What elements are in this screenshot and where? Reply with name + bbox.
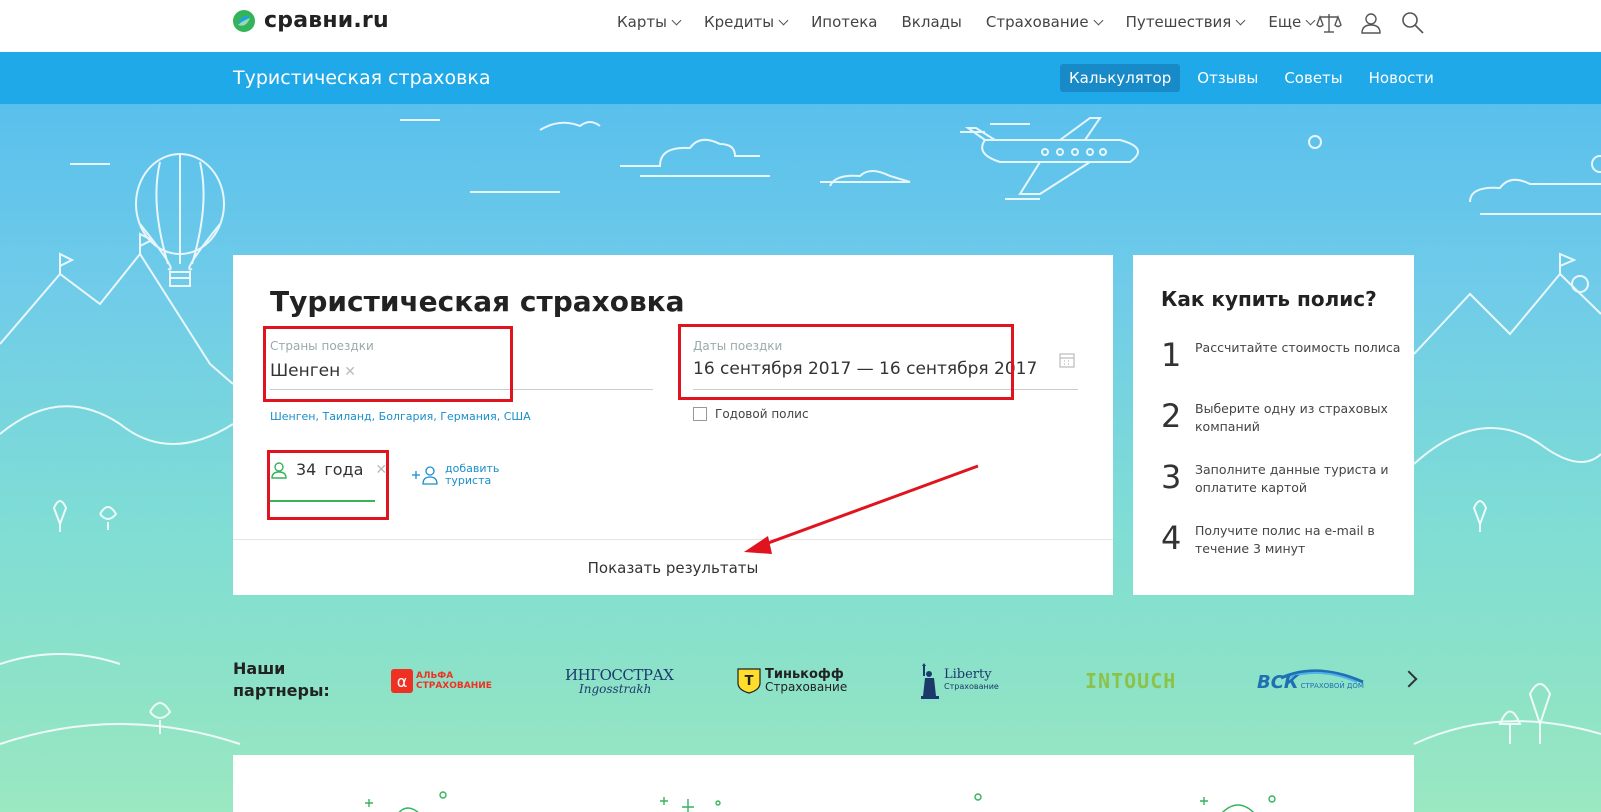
partner-logo-vsk[interactable]: ВСК СТРАХОВОЙ ДОМ bbox=[1257, 658, 1365, 704]
partner-logo-ingosstrakh[interactable]: ИНГОССТРАХ Ingosstrakh bbox=[565, 658, 674, 704]
partner-logo-alfa[interactable]: α АЛЬФА СТРАХОВАНИЕ bbox=[391, 658, 492, 704]
step-text: Выберите одну из страховых компаний bbox=[1195, 401, 1388, 434]
step-item: 2 Выберите одну из страховых компаний bbox=[1161, 398, 1401, 436]
calculator-title: Туристическая страховка bbox=[270, 285, 685, 318]
ingosstrakh-logo-line2: Ingosstrakh bbox=[579, 682, 652, 696]
chevron-down-icon bbox=[1093, 15, 1104, 25]
step-item: 1 Рассчитайте стоимость полиса bbox=[1161, 337, 1401, 373]
nav-label: Вклады bbox=[901, 13, 962, 31]
country-suggestions: Шенген, Таиланд, Болгария, Германия, США bbox=[270, 410, 531, 423]
alfa-logo-icon: α bbox=[391, 669, 413, 693]
vsk-logo-line2: СТРАХОВОЙ ДОМ bbox=[1300, 682, 1364, 690]
nav-item-travel[interactable]: Путешествия bbox=[1125, 13, 1246, 31]
nav-label: Кредиты bbox=[703, 13, 775, 31]
header-icons bbox=[1316, 10, 1426, 36]
step-number: 4 bbox=[1161, 519, 1182, 557]
suggestion-thailand[interactable]: Таиланд bbox=[322, 410, 371, 423]
compare-scales-icon[interactable] bbox=[1316, 10, 1342, 36]
liberty-logo-line2: Страхование bbox=[944, 682, 999, 691]
partner-logo-intouch[interactable]: INTOUCH bbox=[1085, 658, 1176, 704]
nav-label: Карты bbox=[617, 13, 667, 31]
highlight-box-age bbox=[267, 450, 389, 520]
alfa-logo-line2: СТРАХОВАНИЕ bbox=[416, 681, 492, 691]
tab-news[interactable]: Новости bbox=[1360, 64, 1443, 92]
step-text: Получите полис на e-mail в течение 3 мин… bbox=[1195, 523, 1375, 556]
suggestion-schengen[interactable]: Шенген bbox=[270, 410, 315, 423]
nav-label: Еще bbox=[1268, 13, 1302, 31]
logo-text: сравни.ru bbox=[264, 8, 389, 33]
tinkoff-logo-line2: Страхование bbox=[765, 680, 848, 694]
tinkoff-shield-icon: T bbox=[737, 668, 761, 694]
step-text: Заполните данные туриста и оплатите карт… bbox=[1195, 462, 1389, 495]
annual-policy-label: Годовой полис bbox=[715, 407, 809, 421]
svg-text:α: α bbox=[397, 672, 408, 691]
partner-logo-liberty[interactable]: Liberty Страхование bbox=[918, 658, 999, 704]
step-item: 4 Получите полис на e-mail в течение 3 м… bbox=[1161, 520, 1401, 558]
chevron-down-icon bbox=[1235, 15, 1246, 25]
calculator-card: Туристическая страховка Страны поездки Ш… bbox=[233, 255, 1113, 595]
calendar-icon[interactable] bbox=[1059, 352, 1075, 368]
feature-icon bbox=[974, 793, 982, 801]
highlight-box-dates bbox=[678, 324, 1014, 400]
show-results-button[interactable]: Показать результаты bbox=[233, 540, 1113, 595]
nav-item-insurance[interactable]: Страхование bbox=[985, 13, 1104, 31]
highlight-box-countries bbox=[263, 326, 513, 402]
step-number: 3 bbox=[1161, 458, 1182, 496]
nav-item-credits[interactable]: Кредиты bbox=[703, 13, 789, 31]
logo-icon bbox=[233, 9, 255, 32]
how-to-buy-card: Как купить полис? 1 Рассчитайте стоимост… bbox=[1133, 255, 1414, 595]
tab-reviews[interactable]: Отзывы bbox=[1188, 64, 1267, 92]
nav-item-cards[interactable]: Карты bbox=[617, 13, 682, 31]
suggestion-usa[interactable]: США bbox=[504, 410, 531, 423]
suggestion-bulgaria[interactable]: Болгария bbox=[379, 410, 434, 423]
svg-text:T: T bbox=[745, 674, 754, 689]
alfa-logo-line1: АЛЬФА bbox=[416, 671, 454, 681]
add-tourist-line2: туриста bbox=[445, 474, 492, 487]
airplane-illustration bbox=[960, 117, 1139, 200]
step-text: Рассчитайте стоимость полиса bbox=[1195, 340, 1401, 355]
section-tabs: Калькулятор Отзывы Советы Новости bbox=[1060, 64, 1451, 92]
search-icon[interactable] bbox=[1400, 10, 1426, 36]
section-header: Туристическая страховка Калькулятор Отзы… bbox=[0, 52, 1601, 104]
tab-calculator[interactable]: Калькулятор bbox=[1060, 64, 1181, 92]
liberty-logo-line1: Liberty bbox=[944, 667, 992, 682]
feature-icon bbox=[660, 797, 721, 812]
how-to-buy-title: Как купить полис? bbox=[1161, 287, 1377, 311]
partners-label: Наши партнеры: bbox=[233, 659, 330, 700]
section-title: Туристическая страховка bbox=[233, 67, 491, 89]
step-number: 2 bbox=[1161, 397, 1182, 435]
intouch-logo-text: INTOUCH bbox=[1085, 669, 1177, 693]
top-header: сравни.ru Карты Кредиты Ипотека Вклады С… bbox=[0, 0, 1601, 52]
balloon-illustration bbox=[135, 153, 225, 287]
suggestion-germany[interactable]: Германия bbox=[440, 410, 496, 423]
chevron-down-icon bbox=[671, 15, 682, 25]
feature-icon bbox=[365, 791, 447, 812]
nav-label: Ипотека bbox=[811, 13, 878, 31]
annual-policy-checkbox[interactable] bbox=[693, 407, 707, 421]
add-person-icon bbox=[412, 466, 438, 485]
features-card bbox=[233, 755, 1414, 812]
main-nav: Карты Кредиты Ипотека Вклады Страхование… bbox=[617, 13, 1338, 31]
site-logo[interactable]: сравни.ru bbox=[232, 8, 389, 33]
tab-tips[interactable]: Советы bbox=[1275, 64, 1351, 92]
nav-item-deposits[interactable]: Вклады bbox=[902, 13, 962, 31]
nav-label: Путешествия bbox=[1125, 13, 1232, 31]
user-icon[interactable] bbox=[1358, 10, 1384, 36]
chevron-down-icon bbox=[778, 15, 789, 25]
add-tourist-button[interactable]: добавить туриста bbox=[411, 463, 499, 487]
step-number: 1 bbox=[1161, 336, 1182, 374]
partner-logo-tinkoff[interactable]: T Тинькофф Страхование bbox=[737, 658, 847, 704]
feature-icon bbox=[1200, 795, 1276, 812]
add-tourist-label: добавить туриста bbox=[445, 463, 499, 487]
nav-item-mortgage[interactable]: Ипотека bbox=[811, 13, 877, 31]
nav-label: Страхование bbox=[985, 13, 1089, 31]
chevron-down-icon bbox=[1305, 15, 1316, 25]
nav-item-more[interactable]: Еще bbox=[1268, 13, 1316, 31]
step-item: 3 Заполните данные туриста и оплатите ка… bbox=[1161, 459, 1401, 497]
statue-of-liberty-icon bbox=[921, 663, 939, 699]
annual-policy-option[interactable]: Годовой полис bbox=[693, 407, 809, 421]
vsk-logo-line1: ВСК bbox=[1257, 672, 1299, 693]
